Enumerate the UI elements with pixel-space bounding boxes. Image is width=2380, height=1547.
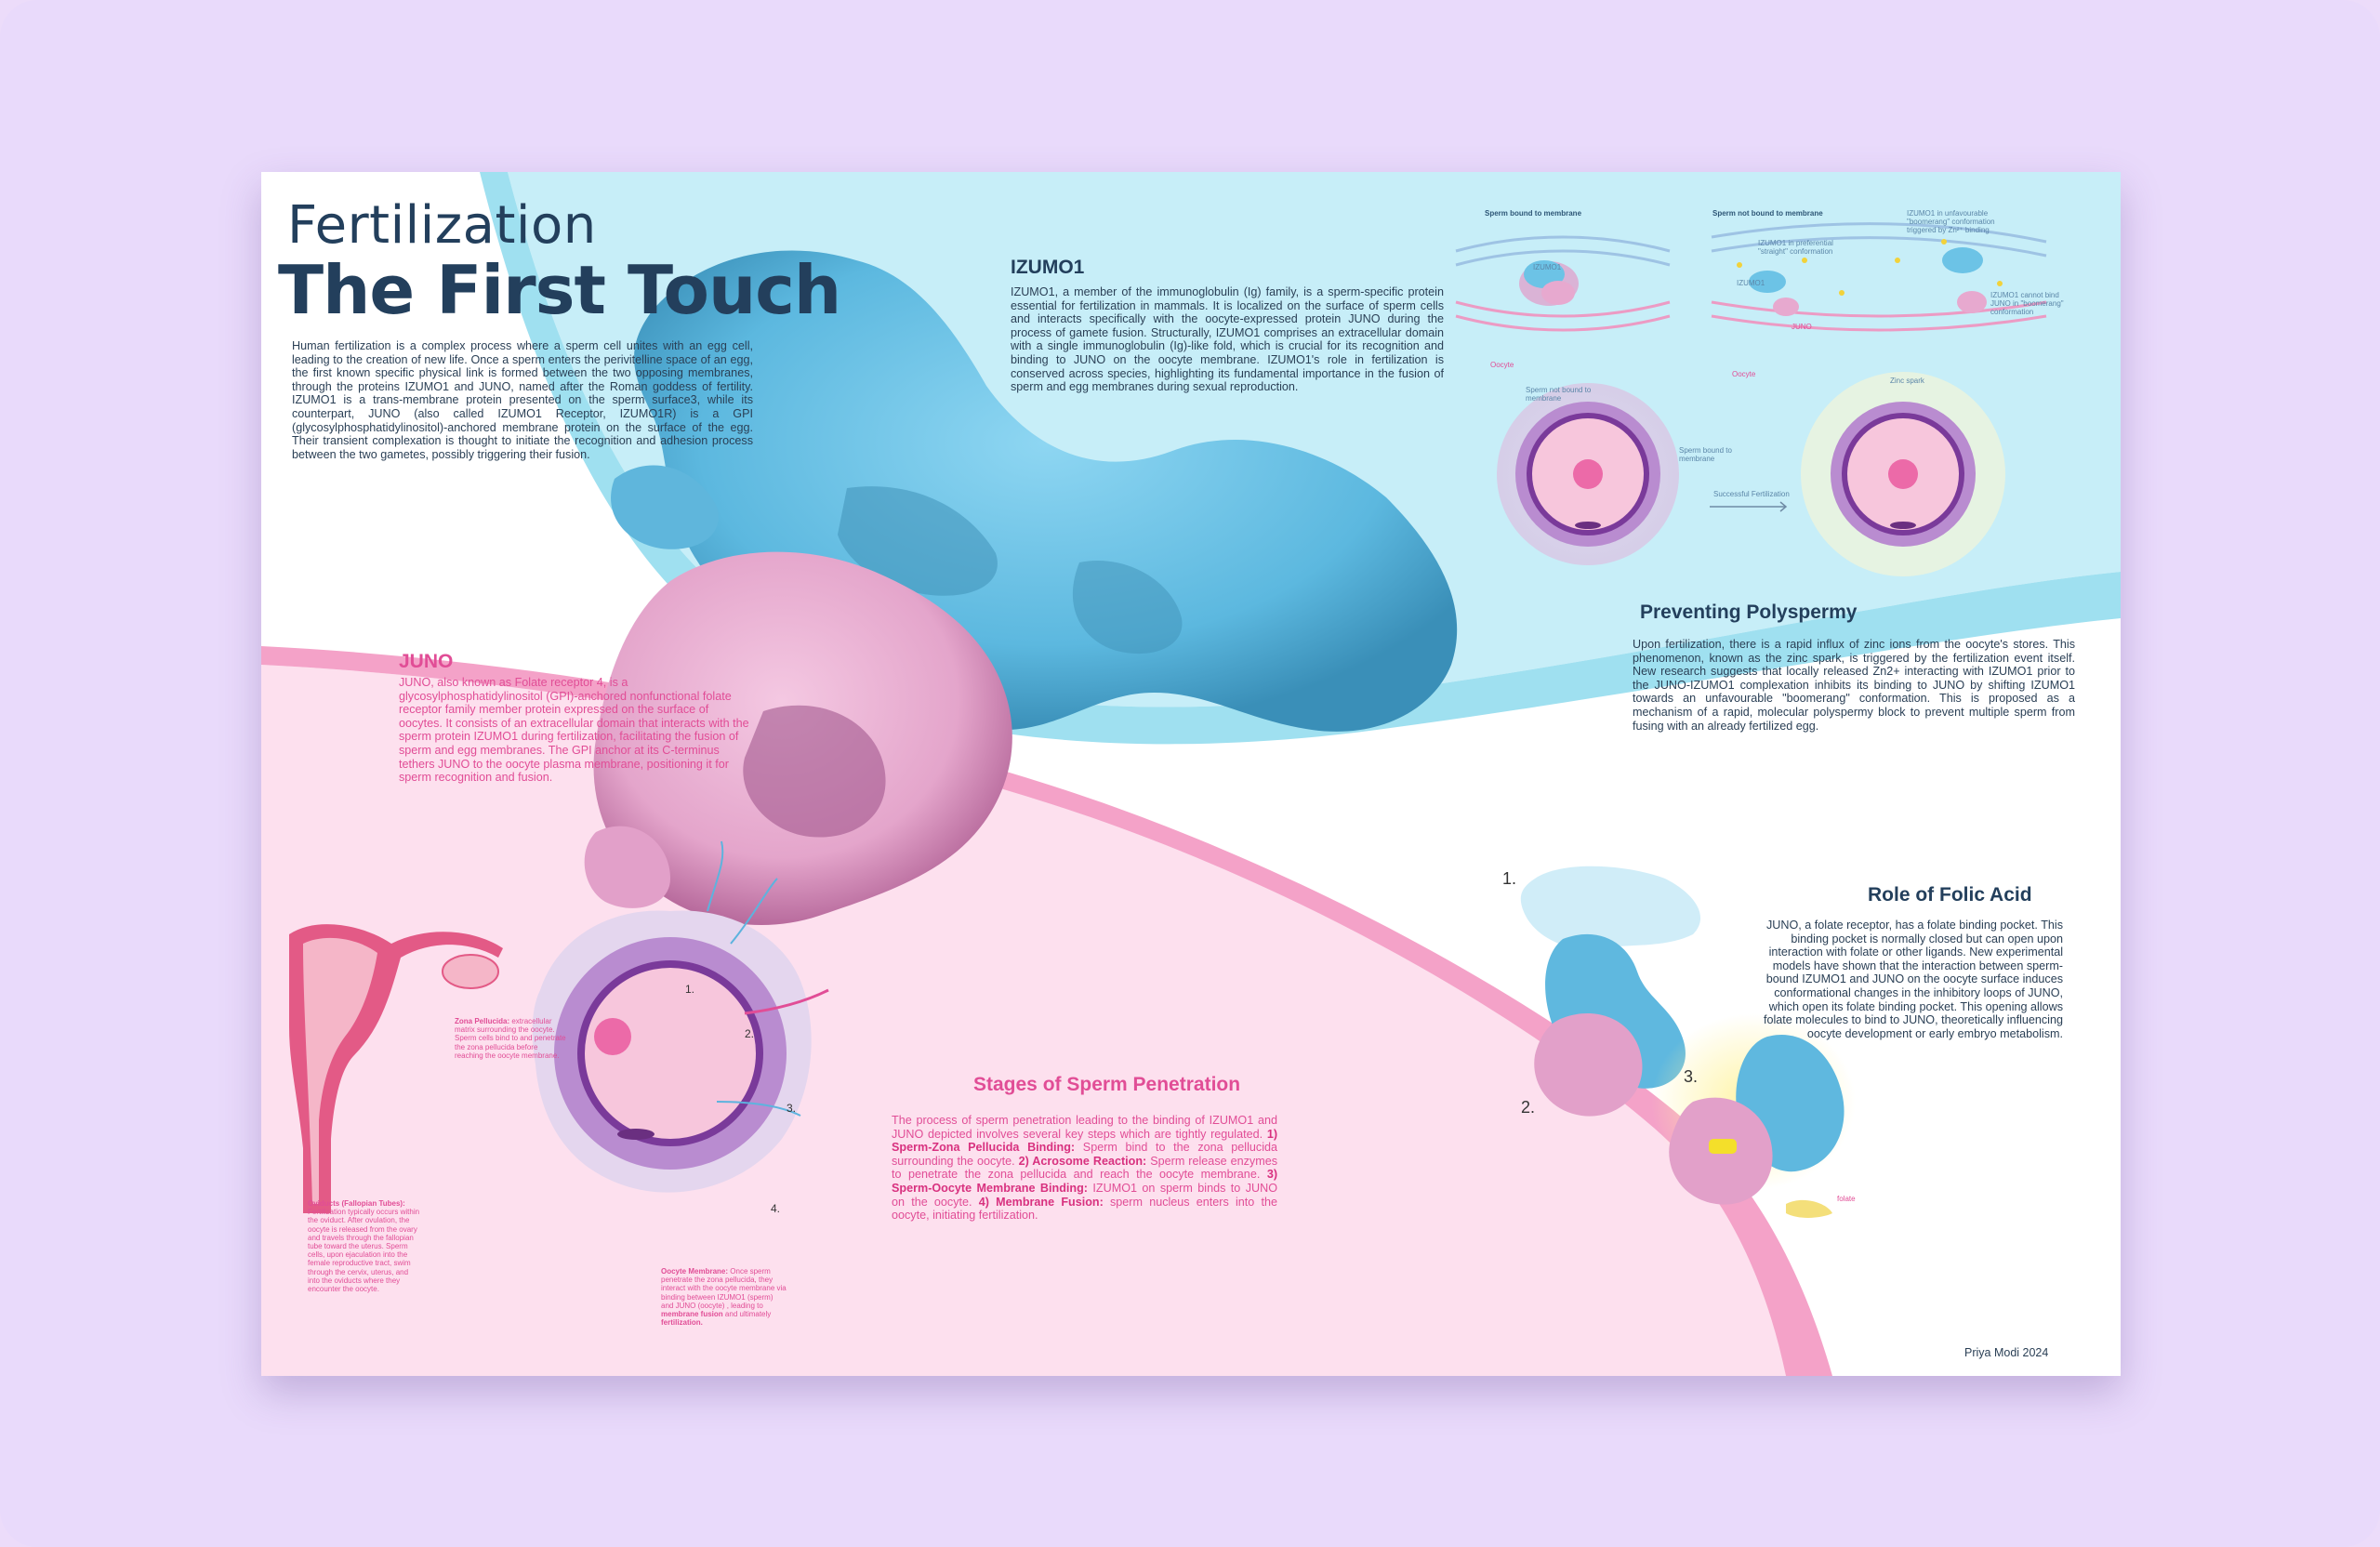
oocyte-membrane-note: Oocyte Membrane: Once sperm penetrate th… (661, 1267, 787, 1328)
juno-heading: JUNO (399, 651, 454, 672)
folic-step-2-label: 2. (1521, 1098, 1536, 1117)
egg-step-2-label: 2. (745, 1027, 755, 1040)
zinc-oocyte-label-2: Oocyte (1732, 370, 1756, 378)
zinc-juno-label: JUNO (1792, 323, 1812, 331)
polyspermy-paragraph: Upon fertilization, there is a rapid inf… (1633, 638, 2075, 733)
zinc-straight-label: IZUMO1 in preferential "straight" confor… (1758, 239, 1833, 256)
oviduct-note: Oviducts (Fallopian Tubes): Fertilizatio… (308, 1199, 420, 1294)
zinc-egg-right (1801, 372, 2005, 576)
title-line-1: Fertilization (287, 195, 597, 256)
zinc-oocyte-label: Oocyte (1490, 361, 1514, 369)
egg-step-4-label: 4. (771, 1202, 781, 1215)
folic-step1-protein (1520, 866, 1701, 949)
zinc-izumo-label-2: IZUMO1 (1737, 279, 1765, 287)
poster: Fertilization The First Touch Human fert… (261, 172, 2121, 1376)
zinc-notbound-label: Sperm not bound to membrane (1712, 209, 1823, 218)
stages-heading: Stages of Sperm Penetration (973, 1074, 1241, 1095)
stages-paragraph: The process of sperm penetration leading… (892, 1114, 1278, 1223)
folic-paragraph: JUNO, a folate receptor, has a folate bi… (1763, 919, 2063, 1040)
egg-step-1-label: 1. (685, 983, 695, 996)
zinc-cannot-label: IZUMO1 cannot bind JUNO in "boomerang" c… (1990, 291, 2064, 316)
zinc-success-label: Successful Fertilization (1713, 490, 1790, 498)
zinc-egg-left (1497, 383, 1679, 565)
credit-text: Priya Modi 2024 (1964, 1346, 2049, 1359)
zinc-egg-notbound-label: Sperm not bound to membrane (1526, 386, 1592, 403)
folic-step-3-label: 3. (1684, 1067, 1699, 1086)
zinc-spark-label: Zinc spark (1890, 377, 1924, 385)
polyspermy-heading: Preventing Polyspermy (1640, 602, 1858, 623)
zinc-boomerang-label: IZUMO1 in unfavourable "boomerang" confo… (1907, 209, 1995, 234)
title-line-2: The First Touch (278, 251, 841, 329)
juno-paragraph: JUNO, also known as Folate receptor 4, i… (399, 676, 749, 785)
egg-step-3-label: 3. (787, 1102, 797, 1115)
zona-pellucida-note: Zona Pellucida: extracellular matrix sur… (455, 1017, 566, 1060)
zinc-egg-bound-label: Sperm bound to membrane (1679, 446, 1732, 463)
zinc-bound-label: Sperm bound to membrane (1485, 209, 1582, 218)
izumo1-heading: IZUMO1 (1011, 257, 1085, 278)
folate-label: folate (1837, 1195, 1856, 1203)
folic-step-1-label: 1. (1502, 869, 1517, 888)
zinc-izumo-label: IZUMO1 (1533, 263, 1562, 271)
intro-paragraph: Human fertilization is a complex process… (292, 339, 753, 461)
folic-heading: Role of Folic Acid (1868, 884, 2032, 906)
izumo1-paragraph: IZUMO1, a member of the immunoglobulin (… (1011, 285, 1444, 394)
